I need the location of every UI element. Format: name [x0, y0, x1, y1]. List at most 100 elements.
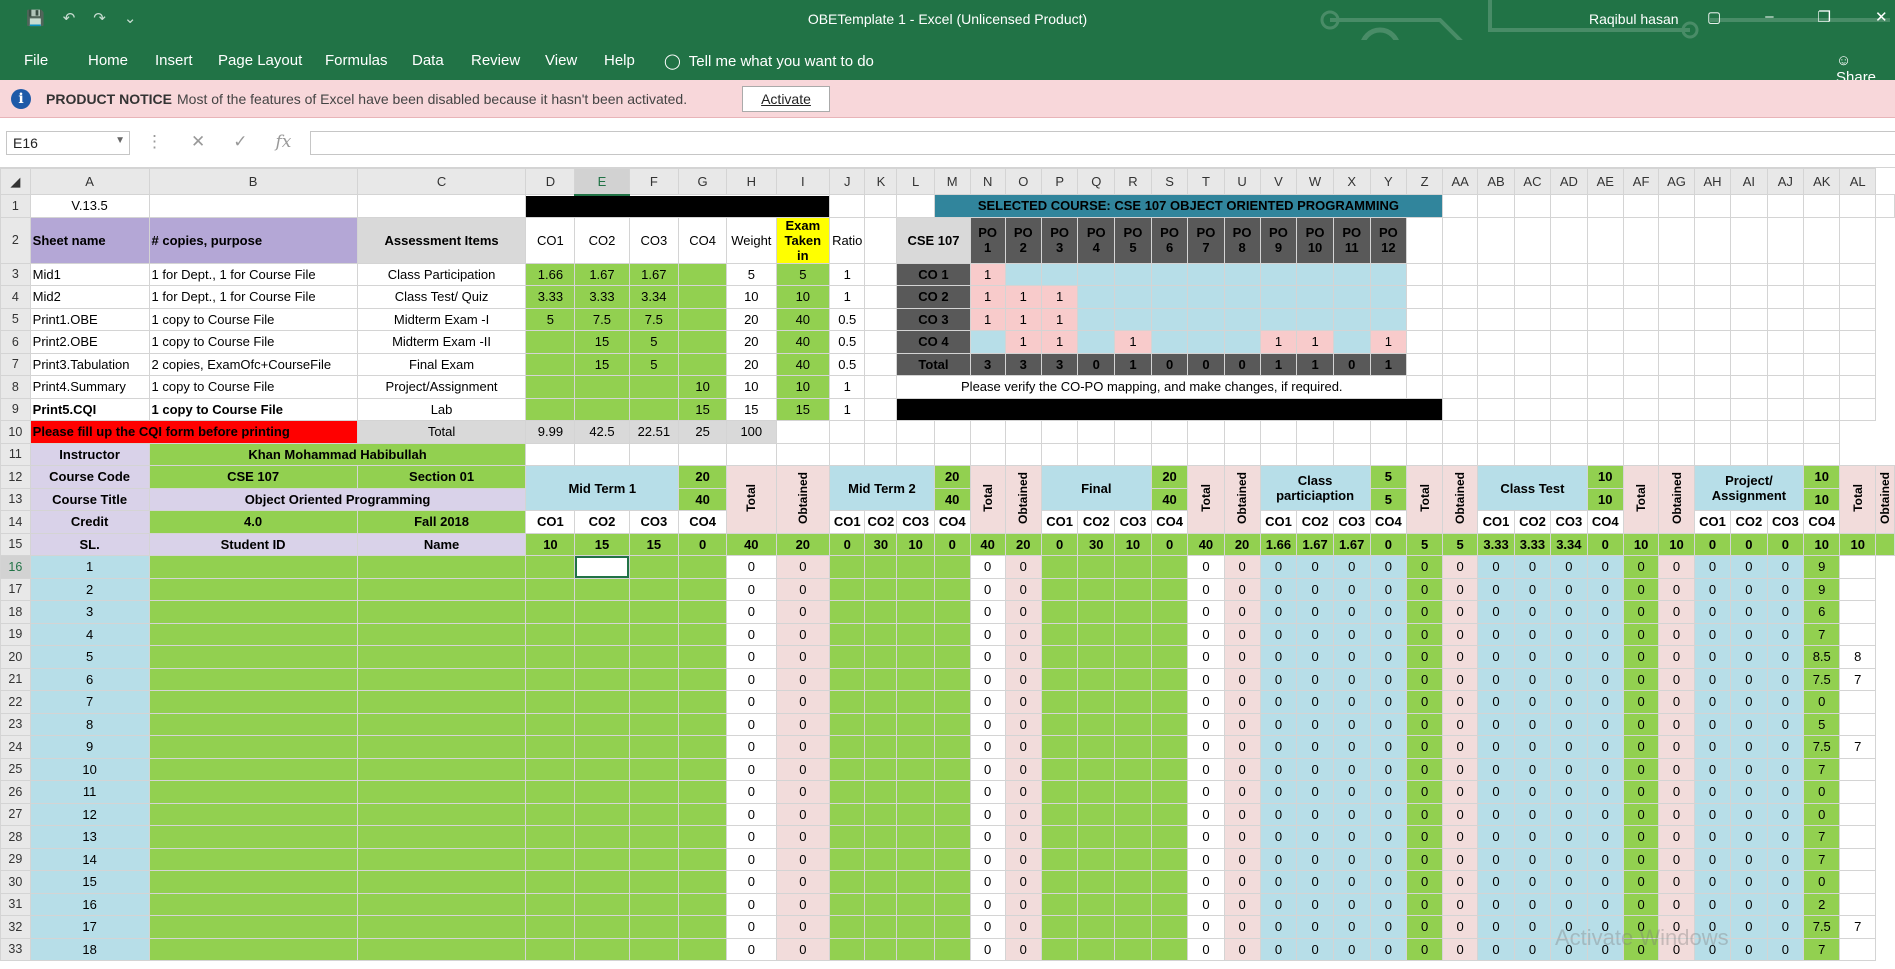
section-value[interactable]: Section 01 [356, 465, 527, 489]
group-co-header[interactable]: CO2 [574, 510, 630, 534]
ratio-cell[interactable]: 0.5 [829, 307, 866, 331]
row-header[interactable]: 18 [0, 600, 31, 624]
cell[interactable] [1803, 285, 1841, 309]
score-input-cell[interactable] [678, 667, 728, 691]
copo-cell[interactable] [1296, 285, 1334, 309]
obtained-cell[interactable]: 0 [775, 577, 831, 601]
column-header[interactable]: AE [1586, 168, 1624, 195]
cell[interactable] [1513, 216, 1552, 264]
po-header[interactable]: PO 12 [1369, 216, 1408, 264]
score-cell[interactable]: 0 [1730, 735, 1768, 759]
cell[interactable] [1586, 285, 1624, 309]
score-input-cell[interactable] [678, 735, 728, 759]
sheet-name-cell[interactable]: Mid1 [29, 262, 150, 286]
score-cell[interactable]: 0 [1803, 802, 1841, 826]
group-co-header[interactable]: CO4 [1150, 510, 1189, 534]
cell[interactable] [1004, 442, 1042, 466]
cell[interactable] [1550, 330, 1588, 354]
cell[interactable] [1586, 216, 1624, 264]
po-header[interactable]: PO 8 [1223, 216, 1261, 264]
copo-cell[interactable]: 1 [1040, 330, 1079, 354]
total-cell[interactable]: 0 [1187, 690, 1225, 714]
row-header[interactable]: 27 [0, 802, 31, 826]
copo-cell[interactable] [1332, 285, 1371, 309]
score-cell[interactable]: 0 [1513, 937, 1552, 961]
obtained-cell[interactable]: 0 [1223, 870, 1261, 894]
cell[interactable] [1550, 442, 1588, 466]
tab-home[interactable]: Home [88, 52, 128, 69]
student-name-cell[interactable] [356, 712, 527, 736]
score-input-cell[interactable] [628, 802, 680, 826]
score-input-cell[interactable] [1114, 555, 1152, 579]
group-co-header[interactable]: CO1 [525, 510, 576, 534]
score-input-cell[interactable] [1114, 577, 1152, 601]
score-cell[interactable]: 0 [1332, 577, 1371, 601]
column-header[interactable]: AF [1622, 168, 1660, 195]
score-cell[interactable]: 0 [1332, 622, 1371, 646]
score-cell[interactable]: 0 [1296, 645, 1334, 669]
group-co-header[interactable]: CO2 [1513, 510, 1552, 534]
obtained-cell[interactable]: 0 [1658, 555, 1695, 579]
score-cell[interactable]: 0 [1550, 892, 1588, 916]
cell[interactable] [525, 442, 576, 466]
score-input-cell[interactable] [574, 645, 630, 669]
total-cell[interactable]: 0 [969, 915, 1006, 939]
cell[interactable] [1766, 375, 1805, 399]
total-cell[interactable]: 0 [726, 757, 777, 781]
co-weight-cell[interactable] [525, 330, 576, 354]
student-name-cell[interactable] [356, 645, 527, 669]
total-cell[interactable]: 0 [1187, 757, 1225, 781]
group-co-max[interactable]: 1.67 [1296, 532, 1334, 556]
exam-taken-cell[interactable]: 10 [775, 285, 831, 309]
group-obtained[interactable]: 20 [1004, 532, 1042, 556]
copo-cell[interactable] [1369, 307, 1408, 331]
sheet-name-cell[interactable]: Print1.OBE [29, 307, 150, 331]
score-input-cell[interactable] [1077, 757, 1116, 781]
score-cell[interactable]: 0 [1296, 915, 1334, 939]
cell[interactable] [574, 442, 630, 466]
group-title[interactable]: Mid Term 1 [525, 465, 680, 511]
cell[interactable] [829, 194, 866, 218]
score-cell[interactable]: 0 [1550, 600, 1588, 624]
total-cell[interactable]: 0 [1187, 555, 1225, 579]
score-input-cell[interactable] [1114, 802, 1152, 826]
score-cell[interactable]: 0 [1332, 690, 1371, 714]
obtained-cell[interactable]: 0 [1441, 780, 1479, 804]
score-input-cell[interactable] [864, 645, 898, 669]
header-ratio[interactable]: Ratio [829, 216, 866, 264]
row-header[interactable]: 14 [0, 510, 31, 534]
copo-total-cell[interactable]: 1 [1114, 352, 1152, 376]
copo-cell[interactable] [1187, 307, 1225, 331]
score-cell[interactable]: 0 [1730, 690, 1768, 714]
score-cell[interactable]: 0 [1550, 555, 1588, 579]
total-cell[interactable]: 0 [1406, 780, 1443, 804]
score-cell[interactable]: 0 [1332, 712, 1371, 736]
cell[interactable] [1658, 262, 1695, 286]
copo-total-cell[interactable]: 0 [1077, 352, 1116, 376]
obtained-cell[interactable]: 0 [775, 802, 831, 826]
cell[interactable] [1839, 397, 1876, 421]
exam-taken-cell[interactable]: 40 [775, 307, 831, 331]
student-name-cell[interactable] [356, 825, 527, 849]
student-id-cell[interactable] [148, 577, 358, 601]
column-header[interactable]: M [933, 168, 971, 195]
total-cell[interactable]: 0 [1622, 577, 1660, 601]
group-co-max[interactable]: 0 [1040, 532, 1079, 556]
column-header[interactable]: F [628, 168, 680, 195]
score-input-cell[interactable] [896, 892, 935, 916]
score-input-cell[interactable] [628, 735, 680, 759]
obtained-cell[interactable]: 0 [1223, 892, 1261, 916]
score-input-cell[interactable] [896, 600, 935, 624]
cell[interactable] [1259, 442, 1298, 466]
score-input-cell[interactable] [896, 802, 935, 826]
group-total[interactable]: 40 [969, 532, 1006, 556]
assessment-item-cell[interactable]: Midterm Exam -I [356, 307, 527, 331]
chevron-down-icon[interactable]: ▼ [115, 135, 125, 146]
obtained-cell[interactable]: 0 [775, 780, 831, 804]
cell[interactable] [1730, 375, 1768, 399]
purpose-cell[interactable]: 1 copy to Course File [148, 397, 358, 421]
header-co2[interactable]: CO2 [574, 216, 630, 264]
score-input-cell[interactable] [1040, 847, 1079, 871]
obtained-cell[interactable]: 0 [1004, 780, 1042, 804]
score-input-cell[interactable] [678, 622, 728, 646]
